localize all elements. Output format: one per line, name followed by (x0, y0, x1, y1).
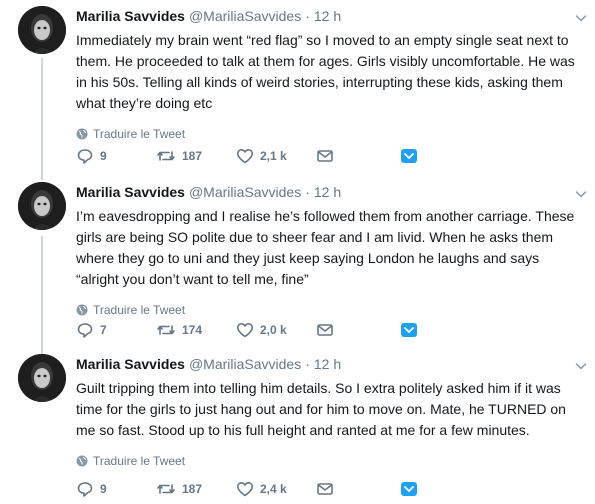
timestamp[interactable]: 12 h (314, 8, 341, 24)
avatar-image (18, 6, 66, 54)
display-name[interactable]: Marilia Savvides (76, 184, 185, 200)
chevron-down-icon[interactable] (573, 186, 589, 202)
tweet-header: Marilia Savvides @MariliaSavvides · 12 h (76, 8, 581, 28)
tweet-text: Immediately my brain went “red flag” so … (76, 32, 575, 111)
timestamp[interactable]: 12 h (314, 184, 341, 200)
save-button[interactable] (400, 321, 420, 339)
tweet-text: I’m eavesdropping and I realise he’s fol… (76, 208, 575, 287)
like-button[interactable]: 2,1 k (236, 147, 316, 165)
direct-message-button[interactable] (316, 147, 400, 165)
separator-dot: · (305, 184, 310, 200)
translate-label[interactable]: Traduire le Tweet (93, 127, 185, 141)
translate-tweet-link[interactable]: Traduire le Tweet (76, 453, 581, 469)
save-icon (401, 149, 417, 163)
tweet-header: Marilia Savvides @MariliaSavvides · 12 h (76, 356, 581, 376)
retweet-count: 187 (182, 149, 203, 163)
like-count: 2,1 k (260, 149, 287, 163)
username[interactable]: @MariliaSavvides (189, 356, 301, 372)
avatar-image (18, 182, 66, 230)
tweet-action-bar: 9 187 2,4 k (76, 479, 420, 499)
envelope-icon (317, 150, 333, 162)
translate-label[interactable]: Traduire le Tweet (93, 303, 185, 317)
retweet-icon (157, 325, 175, 335)
display-name[interactable]: Marilia Savvides (76, 356, 185, 372)
save-icon (401, 323, 417, 337)
reply-count: 9 (100, 149, 107, 163)
reply-count: 9 (100, 482, 107, 496)
tweet-action-bar: 7 174 2,0 k (76, 320, 420, 340)
speech-bubble-icon (77, 323, 93, 338)
save-button[interactable] (400, 480, 420, 498)
retweet-count: 174 (182, 323, 203, 337)
tweet-header: Marilia Savvides @MariliaSavvides · 12 h (76, 184, 581, 204)
like-count: 2,0 k (260, 323, 287, 337)
direct-message-button[interactable] (316, 321, 400, 339)
tweet-text: Guilt tripping them into telling him det… (76, 380, 566, 438)
save-icon (401, 482, 417, 496)
speech-bubble-icon (77, 149, 93, 164)
translate-tweet-link[interactable]: Traduire le Tweet (76, 302, 581, 318)
like-button[interactable]: 2,0 k (236, 321, 316, 339)
username[interactable]: @MariliaSavvides (189, 8, 301, 24)
heart-icon (237, 323, 253, 338)
envelope-icon (317, 324, 333, 336)
heart-icon (237, 482, 253, 497)
reply-count: 7 (100, 323, 107, 337)
reply-button[interactable]: 9 (76, 147, 156, 165)
tweet-action-bar: 9 187 2,1 k (76, 146, 420, 166)
save-button[interactable] (400, 147, 420, 165)
reply-button[interactable]: 9 (76, 480, 156, 498)
username[interactable]: @MariliaSavvides (189, 184, 301, 200)
avatar[interactable] (18, 354, 66, 402)
reply-button[interactable]: 7 (76, 321, 156, 339)
translate-tweet-link[interactable]: Traduire le Tweet (76, 126, 581, 142)
retweet-button[interactable]: 174 (156, 321, 236, 339)
globe-icon (76, 455, 88, 467)
heart-icon (237, 149, 253, 164)
display-name[interactable]: Marilia Savvides (76, 8, 185, 24)
chevron-down-icon[interactable] (573, 10, 589, 26)
envelope-icon (317, 483, 333, 495)
retweet-button[interactable]: 187 (156, 480, 236, 498)
chevron-down-icon[interactable] (573, 358, 589, 374)
avatar[interactable] (18, 6, 66, 54)
retweet-count: 187 (182, 482, 203, 496)
retweet-icon (157, 151, 175, 161)
like-count: 2,4 k (260, 482, 287, 496)
retweet-button[interactable]: 187 (156, 147, 236, 165)
separator-dot: · (305, 356, 310, 372)
globe-icon (76, 304, 88, 316)
timestamp[interactable]: 12 h (314, 356, 341, 372)
direct-message-button[interactable] (316, 480, 400, 498)
speech-bubble-icon (77, 482, 93, 497)
retweet-icon (157, 484, 175, 494)
separator-dot: · (305, 8, 310, 24)
avatar[interactable] (18, 182, 66, 230)
globe-icon (76, 128, 88, 140)
translate-label[interactable]: Traduire le Tweet (93, 454, 185, 468)
avatar-image (18, 354, 66, 402)
like-button[interactable]: 2,4 k (236, 480, 316, 498)
